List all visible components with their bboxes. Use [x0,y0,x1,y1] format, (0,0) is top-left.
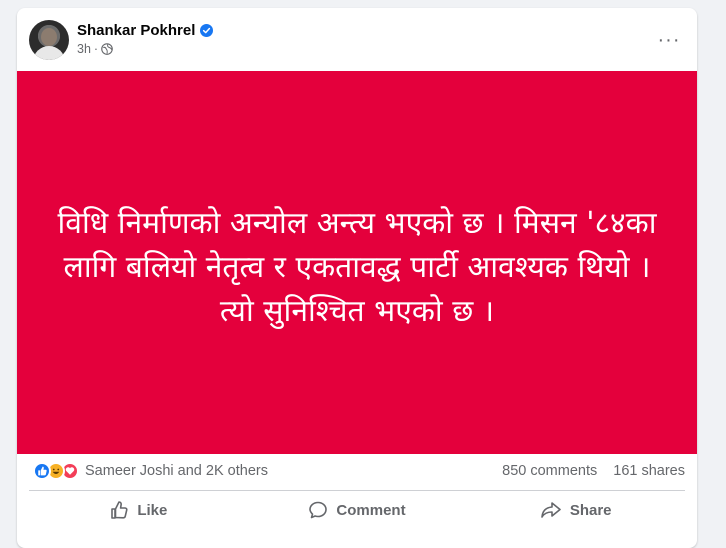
avatar-shirt [33,46,65,60]
meta-separator: · [93,42,99,56]
comment-label: Comment [336,501,406,519]
like-reaction-icon [33,462,51,480]
like-label: Like [137,501,168,519]
thumbs-up-icon [111,501,128,519]
comment-bubble-icon [309,501,328,519]
post-stats: Sameer Joshi and 2K others 850 comments … [17,454,697,489]
share-button[interactable]: Share [466,492,685,528]
post-meta: 3h · [77,42,113,56]
author-name[interactable]: Shankar Pokhrel [77,22,195,39]
more-options-icon[interactable]: ··· [657,28,681,52]
shares-count[interactable]: 161 shares [613,463,685,479]
verified-badge-icon [200,24,214,37]
share-arrow-icon [541,502,561,518]
avatar-face [41,28,57,46]
comment-button[interactable]: Comment [248,492,467,528]
comments-count[interactable]: 850 comments [502,463,597,479]
post-header: Shankar Pokhrel 3h · ··· [17,8,697,71]
post-actions: Like Comment Share [29,492,685,528]
post-media[interactable]: विधि निर्माणको अन्योल अन्त्य भएको छ । मि… [17,71,697,454]
actions-divider [29,490,685,491]
reactions-text[interactable]: Sameer Joshi and 2K others [85,463,268,479]
like-button[interactable]: Like [29,492,248,528]
post-media-text: विधि निर्माणको अन्योल अन्त्य भएको छ । मि… [57,205,657,329]
share-label: Share [569,501,612,519]
reactions-summary[interactable]: Sameer Joshi and 2K others [33,462,268,480]
engagement-counts: 850 comments 161 shares [502,463,685,479]
post-time[interactable]: 3h [77,42,91,56]
author-row: Shankar Pokhrel [77,22,214,39]
post-card: Shankar Pokhrel 3h · ··· विधि निर्माणको … [17,8,697,548]
avatar[interactable] [29,20,69,60]
globe-icon [101,43,113,55]
